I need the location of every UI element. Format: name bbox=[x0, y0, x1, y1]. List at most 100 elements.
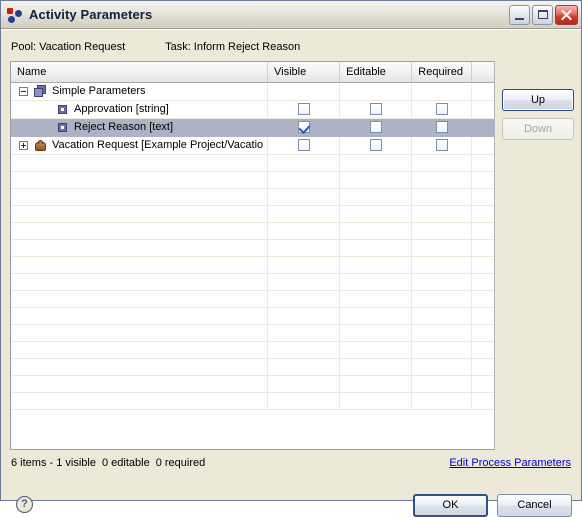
cell-empty bbox=[339, 358, 413, 376]
window-title: Activity Parameters bbox=[29, 7, 153, 22]
cell-empty bbox=[11, 256, 269, 274]
activity-parameters-dialog: Activity Parameters Pool: Vacation Reque… bbox=[0, 0, 582, 517]
cell-empty bbox=[471, 392, 494, 410]
cell-empty bbox=[339, 307, 413, 325]
maximize-button[interactable] bbox=[532, 4, 553, 25]
table-row[interactable]: Vacation Request [Example Project/Vacati… bbox=[11, 136, 494, 155]
minimize-button[interactable] bbox=[509, 4, 530, 25]
table-row-empty bbox=[11, 307, 494, 325]
table-row[interactable]: Simple Parameters bbox=[11, 82, 494, 101]
cell-empty bbox=[339, 290, 413, 308]
column-header-spacer bbox=[471, 62, 494, 83]
table-row-empty bbox=[11, 239, 494, 257]
column-header-visible[interactable]: Visible bbox=[267, 62, 341, 83]
cell-empty bbox=[267, 256, 341, 274]
cell-empty bbox=[471, 375, 494, 393]
dialog-body: Pool: Vacation Request Task: Inform Reje… bbox=[1, 29, 581, 517]
cell-empty bbox=[471, 290, 494, 308]
cell-empty bbox=[267, 188, 341, 206]
checkbox-required[interactable] bbox=[435, 139, 448, 151]
cell-name: Reject Reason [text] bbox=[11, 118, 269, 137]
cell-empty bbox=[471, 341, 494, 359]
table-header-row: Name Visible Editable Required bbox=[11, 62, 494, 83]
row-name-label: Reject Reason [text] bbox=[74, 121, 174, 133]
table-row-empty bbox=[11, 205, 494, 223]
cell-empty bbox=[411, 154, 473, 172]
cell-empty bbox=[471, 239, 494, 257]
status-required: 0 required bbox=[155, 457, 206, 469]
checkbox-required[interactable] bbox=[435, 121, 448, 133]
cell-empty bbox=[11, 188, 269, 206]
app-dots-icon bbox=[7, 7, 23, 23]
cell-empty bbox=[339, 273, 413, 291]
cell-editable bbox=[339, 82, 413, 101]
table-row-empty bbox=[11, 188, 494, 206]
window-controls bbox=[509, 4, 578, 25]
cell-empty bbox=[411, 205, 473, 223]
cell-empty bbox=[339, 171, 413, 189]
close-button[interactable] bbox=[555, 4, 578, 25]
cell-empty bbox=[11, 392, 269, 410]
cell-empty bbox=[267, 171, 341, 189]
cell-required bbox=[411, 100, 473, 119]
table-row[interactable]: Reject Reason [text] bbox=[11, 118, 494, 137]
column-header-editable[interactable]: Editable bbox=[339, 62, 413, 83]
cell-required bbox=[411, 136, 473, 155]
cell-empty bbox=[267, 222, 341, 240]
cell-empty bbox=[11, 324, 269, 342]
table-row-empty bbox=[11, 273, 494, 291]
checkbox-editable[interactable] bbox=[369, 139, 382, 151]
cell-empty bbox=[411, 239, 473, 257]
cell-empty bbox=[411, 188, 473, 206]
cell-empty bbox=[11, 375, 269, 393]
cell-empty bbox=[267, 239, 341, 257]
table-row-empty bbox=[11, 358, 494, 376]
help-icon[interactable]: ? bbox=[16, 496, 33, 513]
expand-icon[interactable] bbox=[19, 140, 28, 150]
ok-button[interactable]: OK bbox=[413, 494, 488, 517]
cell-name: Simple Parameters bbox=[11, 82, 269, 101]
column-header-name[interactable]: Name bbox=[11, 62, 269, 83]
cell-empty bbox=[471, 188, 494, 206]
checkbox-visible[interactable] bbox=[297, 121, 310, 133]
status-items: 6 items - 1 visible bbox=[11, 457, 96, 469]
cell-empty bbox=[471, 222, 494, 240]
cell-empty bbox=[411, 171, 473, 189]
cell-required bbox=[411, 118, 473, 137]
table-row[interactable]: Approvation [string] bbox=[11, 100, 494, 119]
checkbox-visible[interactable] bbox=[297, 103, 310, 115]
parameters-table[interactable]: Name Visible Editable Required Simple Pa… bbox=[10, 61, 495, 450]
column-header-required[interactable]: Required bbox=[411, 62, 473, 83]
cell-empty bbox=[11, 171, 269, 189]
collapse-icon[interactable] bbox=[19, 86, 28, 96]
cell-empty bbox=[471, 256, 494, 274]
cell-empty bbox=[267, 392, 341, 410]
cell-empty bbox=[471, 307, 494, 325]
up-button[interactable]: Up bbox=[502, 89, 574, 111]
task-label: Task: Inform Reject Reason bbox=[165, 41, 301, 53]
cell-visible bbox=[267, 82, 341, 101]
edit-process-parameters-link[interactable]: Edit Process Parameters bbox=[449, 457, 571, 469]
cell-visible bbox=[267, 136, 341, 155]
checkbox-visible[interactable] bbox=[297, 139, 310, 151]
table-row-empty bbox=[11, 154, 494, 172]
cancel-button[interactable]: Cancel bbox=[497, 494, 572, 517]
cell-empty bbox=[339, 154, 413, 172]
cell-spacer bbox=[471, 118, 494, 137]
cell-empty bbox=[411, 256, 473, 274]
cell-empty bbox=[267, 375, 341, 393]
cell-empty bbox=[339, 205, 413, 223]
cell-empty bbox=[339, 324, 413, 342]
checkbox-editable[interactable] bbox=[369, 121, 382, 133]
cell-editable bbox=[339, 118, 413, 137]
cell-empty bbox=[339, 239, 413, 257]
cell-empty bbox=[471, 273, 494, 291]
checkbox-editable[interactable] bbox=[369, 103, 382, 115]
cell-empty bbox=[339, 188, 413, 206]
cell-empty bbox=[11, 273, 269, 291]
cell-empty bbox=[267, 154, 341, 172]
checkbox-required[interactable] bbox=[435, 103, 448, 115]
cell-empty bbox=[339, 222, 413, 240]
cell-empty bbox=[339, 392, 413, 410]
cell-empty bbox=[11, 341, 269, 359]
